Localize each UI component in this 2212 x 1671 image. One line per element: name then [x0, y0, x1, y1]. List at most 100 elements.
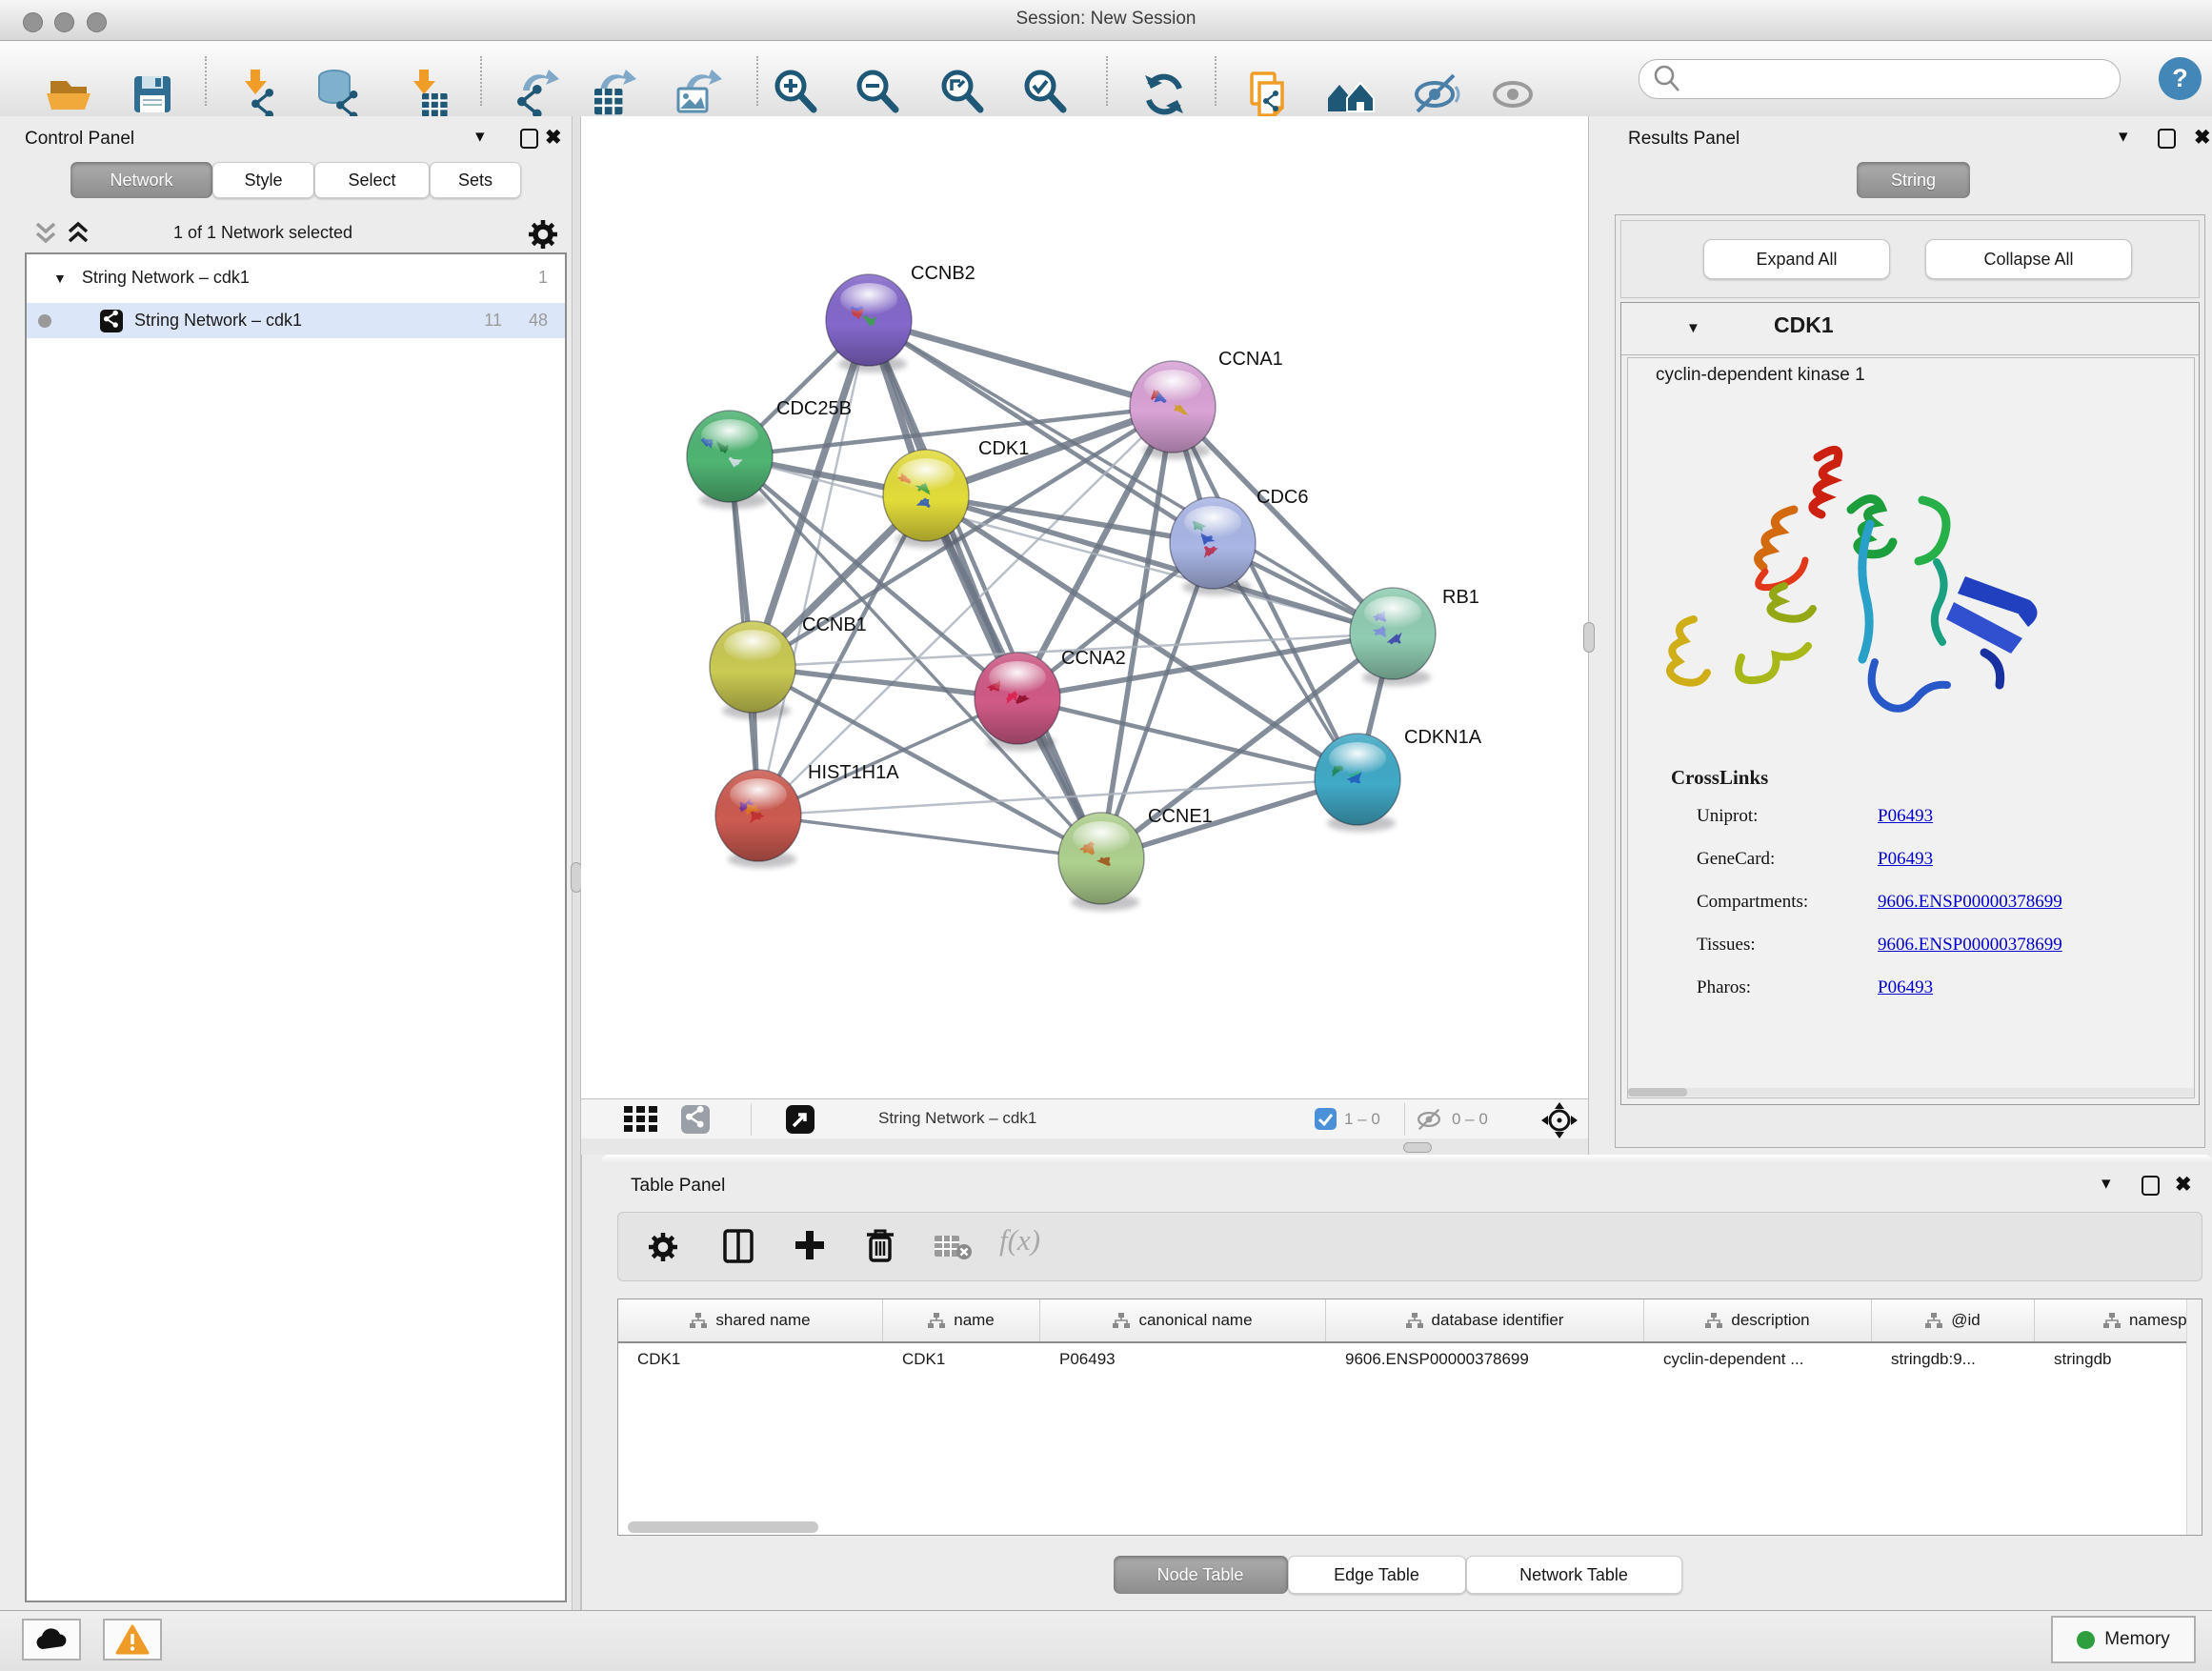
hide-selected-icon[interactable]	[1410, 68, 1463, 121]
table-toolbar: f(x)	[617, 1212, 2202, 1281]
network-edge[interactable]	[1017, 698, 1357, 779]
zoom-selected-icon[interactable]	[1021, 68, 1075, 121]
table-cell[interactable]: CDK1	[618, 1343, 883, 1375]
help-button[interactable]: ?	[2159, 57, 2202, 100]
first-neighbors-icon[interactable]	[1324, 68, 1377, 121]
table-row[interactable]: CDK1CDK1P064939606.ENSP00000378699cyclin…	[618, 1343, 2202, 1375]
network-edge[interactable]	[730, 456, 1393, 634]
expand-all-button[interactable]: Expand All	[1703, 239, 1890, 279]
open-file-icon[interactable]	[42, 68, 95, 121]
crosslink-link[interactable]: P06493	[1878, 806, 1933, 827]
export-table-icon[interactable]	[587, 68, 640, 121]
network-node-cdkn1a[interactable]	[1315, 734, 1400, 832]
results-panel-menu-icon[interactable]: ▾	[2119, 126, 2128, 148]
column-header-name[interactable]: name	[883, 1299, 1040, 1341]
import-network-from-database-icon[interactable]	[313, 68, 367, 121]
search-field[interactable]	[1639, 59, 2121, 99]
memory-button[interactable]: Memory	[2051, 1616, 2196, 1663]
import-network-icon[interactable]	[232, 68, 286, 121]
network-collection-row[interactable]: ▼ String Network – cdk1 1	[27, 260, 565, 295]
tab-edge-table[interactable]: Edge Table	[1288, 1556, 1466, 1594]
table-cell[interactable]: cyclin-dependent ...	[1644, 1343, 1872, 1375]
column-type-icon	[2103, 1313, 2121, 1328]
control-panel-menu-icon[interactable]: ▾	[475, 126, 485, 148]
right-splitter-grip[interactable]	[1583, 622, 1595, 653]
add-column-icon[interactable]	[794, 1229, 826, 1261]
crosslink-link[interactable]: P06493	[1878, 977, 1933, 998]
refresh-view-icon[interactable]	[1137, 68, 1191, 121]
network-node-rb1[interactable]	[1350, 588, 1436, 686]
table-cell[interactable]: stringdb	[2035, 1343, 2202, 1375]
export-network-icon[interactable]	[510, 68, 563, 121]
network-node-ccne1[interactable]	[1058, 813, 1144, 911]
control-panel-title: Control Panel	[25, 129, 134, 150]
gear-icon[interactable]	[527, 218, 559, 251]
search-input[interactable]	[1685, 64, 2108, 94]
zoom-in-icon[interactable]	[772, 68, 825, 121]
network-node-ccnb2[interactable]	[826, 274, 912, 372]
collection-expander-icon[interactable]: ▼	[53, 271, 67, 286]
copy-share-icon[interactable]	[1240, 68, 1294, 121]
node-table[interactable]: shared namenamecanonical namedatabase id…	[617, 1299, 2202, 1536]
table-cell[interactable]: CDK1	[883, 1343, 1040, 1375]
crosslink-link[interactable]: 9606.ENSP00000378699	[1878, 935, 2062, 956]
selected-checkbox-icon[interactable]	[1315, 1108, 1337, 1130]
network-node-cdk1[interactable]	[883, 450, 969, 548]
results-panel-float-icon[interactable]	[2158, 129, 2176, 149]
table-cell[interactable]: stringdb:9...	[1872, 1343, 2035, 1375]
node-label: CCNA2	[1061, 648, 1126, 669]
column-header-id[interactable]: @id	[1872, 1299, 2035, 1341]
table-horizontal-scrollbar[interactable]	[628, 1521, 818, 1533]
column-header-shared-name[interactable]: shared name	[618, 1299, 883, 1341]
save-session-icon[interactable]	[126, 68, 179, 121]
table-panel-menu-icon[interactable]: ▾	[2101, 1173, 2111, 1195]
table-vertical-scrollbar[interactable]	[2186, 1299, 2202, 1535]
control-panel-close-icon[interactable]: ✖	[545, 126, 562, 150]
cloud-button[interactable]	[22, 1619, 81, 1661]
delete-column-icon[interactable]	[864, 1227, 896, 1263]
tab-network[interactable]: Network	[70, 162, 212, 198]
import-table-icon[interactable]	[401, 68, 454, 121]
column-header-description[interactable]: description	[1644, 1299, 1872, 1341]
table-panel-float-icon[interactable]	[2142, 1176, 2160, 1196]
table-panel-close-icon[interactable]: ✖	[2175, 1173, 2192, 1197]
fit-selected-icon[interactable]	[1541, 1102, 1578, 1138]
zoom-out-icon[interactable]	[854, 68, 907, 121]
protein-expander-icon[interactable]: ▼	[1686, 320, 1700, 336]
column-header-namespace[interactable]: namespace	[2035, 1299, 2202, 1341]
table-cell[interactable]: P06493	[1040, 1343, 1326, 1375]
network-node-hist1h1a[interactable]	[715, 770, 801, 868]
show-all-icon[interactable]	[1486, 68, 1539, 121]
zoom-fit-icon[interactable]	[938, 68, 992, 121]
horizontal-splitter-grip[interactable]	[1403, 1142, 1432, 1153]
network-edge[interactable]	[869, 320, 1173, 407]
tab-select[interactable]: Select	[314, 162, 430, 198]
network-canvas[interactable]: CCNB2CCNA1CDC25BCDK1CDC6RB1CCNB1CCNA2CDK…	[581, 116, 1588, 1098]
results-panel-close-icon[interactable]: ✖	[2194, 126, 2211, 150]
control-panel-float-icon[interactable]	[520, 129, 538, 149]
open-in-window-icon[interactable]	[786, 1105, 814, 1134]
table-settings-gear-icon[interactable]	[647, 1231, 679, 1263]
export-image-icon[interactable]	[671, 68, 724, 121]
column-header-canonical-name[interactable]: canonical name	[1040, 1299, 1326, 1341]
tab-network-table[interactable]: Network Table	[1466, 1556, 1682, 1594]
column-header-database-identifier[interactable]: database identifier	[1326, 1299, 1644, 1341]
tab-node-table[interactable]: Node Table	[1114, 1556, 1288, 1594]
tab-style[interactable]: Style	[212, 162, 314, 198]
network-edge[interactable]	[758, 815, 1101, 858]
table-cell[interactable]: 9606.ENSP00000378699	[1326, 1343, 1644, 1375]
tab-sets[interactable]: Sets	[430, 162, 521, 198]
grid-view-icon[interactable]	[624, 1106, 660, 1133]
network-node-ccna1[interactable]	[1130, 361, 1216, 459]
network-node-cdc6[interactable]	[1170, 497, 1256, 595]
network-node-cdc25b[interactable]	[687, 411, 773, 509]
network-row[interactable]: String Network – cdk1 11 48	[27, 303, 565, 338]
tab-string[interactable]: String	[1857, 162, 1970, 198]
warning-button[interactable]	[103, 1619, 162, 1661]
results-hscrollbar[interactable]	[1628, 1088, 2194, 1097]
crosslink-link[interactable]: P06493	[1878, 849, 1933, 870]
network-overview-icon[interactable]	[681, 1105, 710, 1134]
show-columns-icon[interactable]	[723, 1229, 754, 1263]
collapse-all-button[interactable]: Collapse All	[1925, 239, 2132, 279]
crosslink-link[interactable]: 9606.ENSP00000378699	[1878, 892, 2062, 913]
